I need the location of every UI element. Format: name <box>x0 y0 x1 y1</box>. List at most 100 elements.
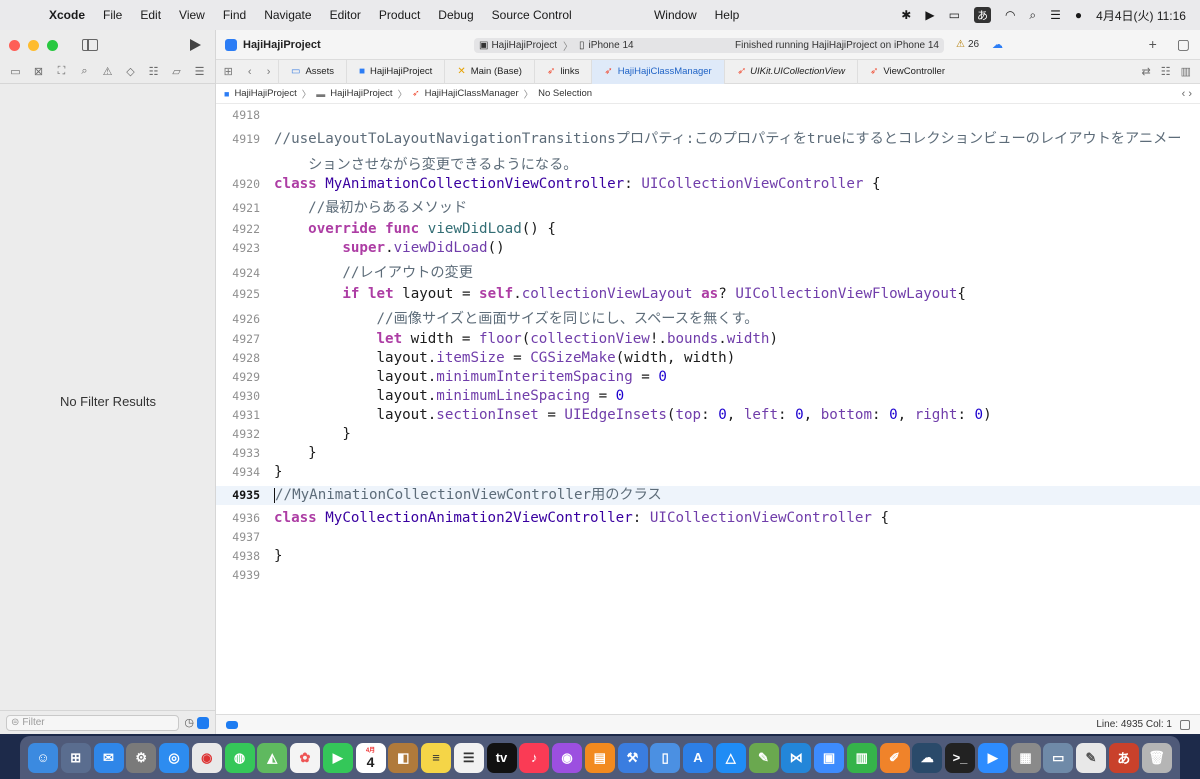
split-editor-icon[interactable]: ▥ <box>1181 65 1191 78</box>
source-editor[interactable]: 4918 4919 //useLayoutToLayoutNavigationTr… <box>216 104 1200 714</box>
numbers-icon[interactable]: ▥ <box>846 742 877 773</box>
source-control-navigator-icon[interactable]: ⊠ <box>30 65 48 78</box>
editor-options-icon[interactable]: ☷ <box>1161 65 1171 78</box>
preview-icon[interactable]: ▭ <box>1043 742 1074 773</box>
menu-clock[interactable]: 4月4日(火) 11:16 <box>1096 7 1186 24</box>
related-items-icon[interactable]: ⊞ <box>224 65 233 78</box>
vscode-icon[interactable]: ⋈ <box>781 742 812 773</box>
notes-icon[interactable]: ≡ <box>421 742 451 773</box>
debug-navigator-icon[interactable]: ☷ <box>145 65 163 78</box>
contacts-icon[interactable]: ◧ <box>388 742 419 773</box>
debug-area-toggle-icon[interactable] <box>226 720 238 729</box>
menu-debug[interactable]: Debug <box>429 8 482 22</box>
input-method-indicator[interactable]: あ <box>973 7 991 23</box>
scheme-selector[interactable]: HajiHajiProject <box>491 40 557 51</box>
menu-find[interactable]: Find <box>214 8 255 22</box>
calendar-icon[interactable]: 4月 4 <box>355 742 386 773</box>
inspector-toggle-icon[interactable]: ▢ <box>1177 36 1190 53</box>
menu-source-control[interactable]: Source Control <box>483 8 581 22</box>
play-status-icon[interactable]: ▶ <box>925 8 934 22</box>
recent-files-icon[interactable]: ◷ <box>184 716 194 729</box>
back-chevron-icon[interactable]: ‹ <box>248 66 252 78</box>
music-icon[interactable]: ♪ <box>519 742 550 773</box>
mail-icon[interactable]: ✉ <box>93 742 124 773</box>
chrome-icon[interactable]: ◉ <box>191 742 222 773</box>
zoom-window-button[interactable] <box>47 39 58 51</box>
menu-editor[interactable]: Editor <box>321 8 370 22</box>
calculator-icon[interactable]: ▦ <box>1010 742 1041 773</box>
tab-project[interactable]: ■ HajiHajiProject <box>345 59 444 84</box>
breadcrumb-item[interactable]: HajiHajiProject <box>330 88 392 99</box>
tab-view-controller[interactable]: ➶ ViewController <box>856 59 957 84</box>
tab-uikit-collection-view[interactable]: ➶ UIKit.UICollectionView <box>723 59 857 84</box>
menu-help[interactable]: Help <box>706 8 749 22</box>
finder-icon[interactable]: ☺ <box>28 742 58 773</box>
breadcrumb-item[interactable]: No Selection <box>538 88 592 99</box>
sidebar-toggle-icon[interactable] <box>82 39 98 51</box>
warning-count[interactable]: 26 <box>968 39 979 50</box>
dictionary-icon[interactable]: あ <box>1108 742 1139 773</box>
menu-product[interactable]: Product <box>370 8 429 22</box>
zoom-icon[interactable]: ▶ <box>977 742 1008 773</box>
safari-icon[interactable]: ◎ <box>159 742 189 773</box>
wifi-icon[interactable]: ◠ <box>1005 8 1015 22</box>
scm-filter-icon[interactable] <box>197 716 209 729</box>
reminders-icon[interactable]: ☰ <box>453 742 484 773</box>
keynote-icon[interactable]: ▣ <box>814 742 844 773</box>
apple-tv-icon[interactable]: tv <box>486 742 517 773</box>
cloud-status-icon[interactable]: ☁ <box>992 38 1003 51</box>
books-icon[interactable]: ▤ <box>584 742 615 773</box>
minimap-icon[interactable] <box>1180 719 1190 730</box>
forward-chevron-icon[interactable]: › <box>267 66 271 78</box>
grapher-icon[interactable]: ✎ <box>748 742 779 773</box>
find-navigator-icon[interactable]: ⌕ <box>76 65 94 78</box>
project-navigator-icon[interactable]: ▭ <box>7 65 25 78</box>
menu-view[interactable]: View <box>170 8 214 22</box>
menu-file[interactable]: File <box>94 8 131 22</box>
destination-selector[interactable]: iPhone 14 <box>589 40 634 51</box>
terminal-icon[interactable]: >_ <box>945 742 975 773</box>
filter-input[interactable]: ⊜ Filter <box>6 714 180 731</box>
menu-edit[interactable]: Edit <box>131 8 170 22</box>
system-settings-icon[interactable]: ⚙ <box>126 742 157 773</box>
control-center-icon[interactable]: ☰ <box>1050 8 1061 22</box>
facetime-icon[interactable]: ▶ <box>322 742 353 773</box>
menu-window[interactable]: Window <box>645 8 706 22</box>
test-navigator-icon[interactable]: ◇ <box>122 65 140 78</box>
messages-icon[interactable]: ◍ <box>224 742 255 773</box>
project-title[interactable]: HajiHajiProject <box>243 39 321 51</box>
menu-navigate[interactable]: Navigate <box>255 8 320 22</box>
photos-icon[interactable]: ✿ <box>290 742 320 773</box>
menu-app-name[interactable]: Xcode <box>40 8 94 22</box>
symbol-navigator-icon[interactable]: ⛶ <box>53 65 71 78</box>
bluetooth-icon[interactable]: ✱ <box>901 8 911 22</box>
issue-navigation-arrows[interactable]: ‹ › <box>1182 88 1200 100</box>
tab-main-storyboard[interactable]: ✕ Main (Base) <box>444 59 534 84</box>
issue-navigator-icon[interactable]: ⚠ <box>99 65 117 78</box>
textedit-icon[interactable]: ✎ <box>1076 742 1106 773</box>
maps-icon[interactable]: ◭ <box>257 742 288 773</box>
trash-icon[interactable]: 🗑 <box>1141 742 1172 773</box>
breadcrumb-item[interactable]: HajiHajiClassManager <box>425 88 519 99</box>
activity-monitor-icon[interactable]: ☁ <box>912 742 943 773</box>
tab-links[interactable]: ➶ links <box>533 59 591 84</box>
warning-icon[interactable]: ⚠ <box>956 39 965 50</box>
simulator-icon[interactable]: ▯ <box>650 742 681 773</box>
tab-assets[interactable]: ▭ Assets <box>278 59 346 84</box>
podcasts-icon[interactable]: ◉ <box>552 742 582 773</box>
launchpad-icon[interactable]: ⊞ <box>60 742 91 773</box>
report-navigator-icon[interactable]: ☰ <box>191 65 209 78</box>
close-window-button[interactable] <box>9 39 20 51</box>
search-icon[interactable]: ⌕ <box>1029 8 1036 23</box>
add-library-icon[interactable]: + <box>1149 36 1157 53</box>
minimize-window-button[interactable] <box>28 39 39 51</box>
battery-icon[interactable]: ▭ <box>949 8 960 22</box>
swap-editor-icon[interactable]: ⇄ <box>1142 65 1151 78</box>
breadcrumb-item[interactable]: HajiHajiProject <box>234 88 296 99</box>
xcode-icon[interactable]: ⚒ <box>617 742 648 773</box>
breakpoint-navigator-icon[interactable]: ▱ <box>168 65 186 78</box>
tab-hajihaji-class-manager[interactable]: ➶ HajiHajiClassManager <box>591 59 724 84</box>
app-store-icon[interactable]: A <box>683 742 713 773</box>
siri-icon[interactable]: ● <box>1075 8 1082 22</box>
pages-icon[interactable]: ✐ <box>879 742 910 773</box>
